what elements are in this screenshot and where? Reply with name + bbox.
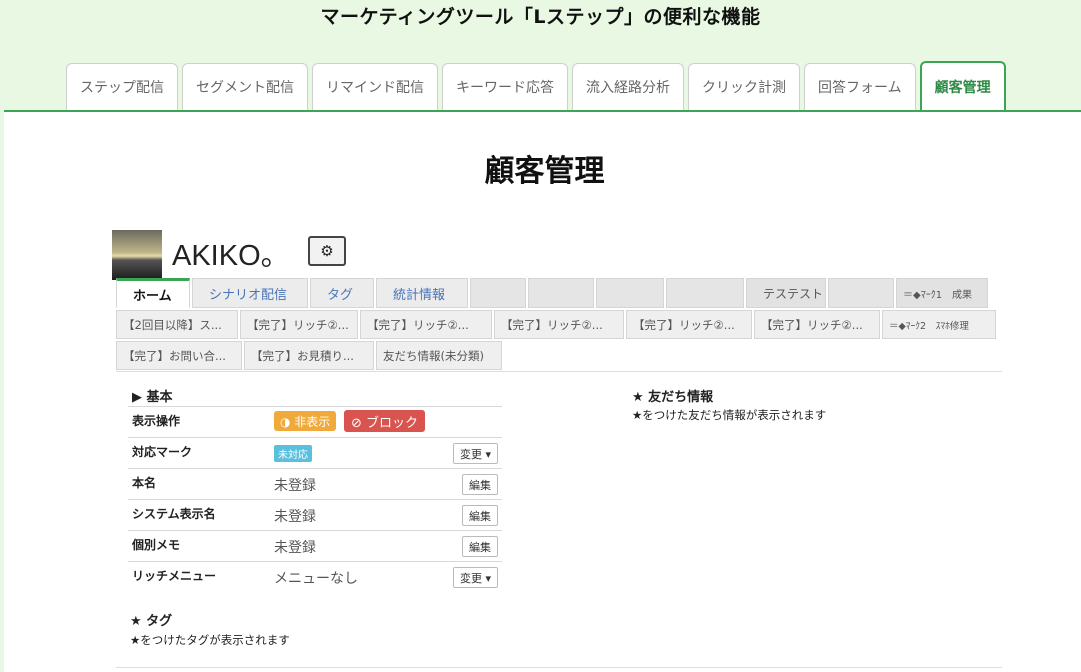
friend-info-note: ★をつけた友だち情報が表示されます xyxy=(632,408,827,422)
table-row: 表示操作 ◑ 非表示 ⊘ ブロック xyxy=(128,406,502,437)
tab-inflow-analysis[interactable]: 流入経路分析 xyxy=(572,63,684,110)
settings-button[interactable]: ⚙ xyxy=(308,236,346,266)
tab-remind-delivery[interactable]: リマインド配信 xyxy=(312,63,438,110)
row-label: 本名 xyxy=(132,476,157,490)
table-row: システム表示名 未登録 編集 xyxy=(128,499,502,530)
row-label: 対応マーク xyxy=(132,445,193,459)
block-button[interactable]: ⊘ ブロック xyxy=(344,410,426,432)
real-name-value: 未登録 xyxy=(274,478,316,494)
row-label: システム表示名 xyxy=(132,507,216,521)
system-name-value: 未登録 xyxy=(274,509,316,525)
edit-real-name-button[interactable]: 編集 xyxy=(462,474,498,495)
tab-blank[interactable] xyxy=(596,278,664,308)
tab-test[interactable]: テステスト xyxy=(746,278,826,308)
divider xyxy=(116,667,1002,668)
tab-folder[interactable]: 【完了】リッチ②... xyxy=(754,310,880,339)
tab-scenario[interactable]: シナリオ配信 xyxy=(192,278,308,308)
table-row: リッチメニュー メニューなし 変更 ▾ xyxy=(128,561,502,592)
change-rich-menu-button[interactable]: 変更 ▾ xyxy=(452,567,498,588)
customer-management-screenshot: AKIKO。 ⚙ ホーム シナリオ配信 タグ 統計情報 テステスト ＝◆ﾏｰｸ1… xyxy=(112,230,1002,672)
tag-folder-tabs-2: 【完了】お問い合... 【完了】お見積り... 友だち情報(未分類) xyxy=(116,341,504,370)
table-row: 対応マーク 未対応 変更 ▾ xyxy=(128,437,502,468)
table-row: 個別メモ 未登録 編集 xyxy=(128,530,502,561)
content-panel: 顧客管理 AKIKO。 ⚙ ホーム シナリオ配信 タグ 統計情報 テステスト ＝… xyxy=(4,112,1081,672)
hide-button[interactable]: ◑ 非表示 xyxy=(274,411,337,431)
divider xyxy=(116,371,1002,372)
tab-blank[interactable] xyxy=(528,278,594,308)
tab-step-delivery[interactable]: ステップ配信 xyxy=(66,63,178,110)
tab-blank[interactable] xyxy=(666,278,744,308)
profile-tabs: ホーム シナリオ配信 タグ 統計情報 テステスト ＝◆ﾏｰｸ1 成果 xyxy=(116,278,990,308)
tab-folder[interactable]: 【完了】リッチ②... xyxy=(240,310,358,339)
tab-customer-management[interactable]: 顧客管理 xyxy=(919,61,1006,111)
tab-folder[interactable]: 【完了】リッチ②... xyxy=(360,310,492,339)
tab-keyword-response[interactable]: キーワード応答 xyxy=(442,63,568,110)
tag-section-title: ★ タグ xyxy=(130,614,173,629)
tag-folder-tabs: 【2回目以降】ス... 【完了】リッチ②... 【完了】リッチ②... 【完了】… xyxy=(116,310,998,339)
tab-folder[interactable]: 友だち情報(未分類) xyxy=(376,341,502,370)
edit-system-name-button[interactable]: 編集 xyxy=(462,505,498,526)
tab-home[interactable]: ホーム xyxy=(116,278,190,308)
tab-stats[interactable]: 統計情報 xyxy=(376,278,468,308)
row-label: 表示操作 xyxy=(132,414,181,428)
table-row: 本名 未登録 編集 xyxy=(128,468,502,499)
tab-segment-delivery[interactable]: セグメント配信 xyxy=(182,63,308,110)
tab-folder[interactable]: 【完了】お見積り... xyxy=(244,341,374,370)
friend-info-title: ★ 友だち情報 xyxy=(632,390,714,405)
row-label: 個別メモ xyxy=(132,538,181,552)
rich-menu-value: メニューなし xyxy=(274,571,358,587)
tab-tag[interactable]: タグ xyxy=(310,278,374,308)
basic-section-title: ▶ 基本 xyxy=(132,390,173,405)
user-name: AKIKO。 xyxy=(172,240,290,272)
tab-click-measure[interactable]: クリック計測 xyxy=(688,63,800,110)
feature-tabs: ステップ配信 セグメント配信 リマインド配信 キーワード応答 流入経路分析 クリ… xyxy=(66,61,1006,111)
tab-folder[interactable]: 【完了】リッチ②... xyxy=(626,310,752,339)
tab-folder[interactable]: 【完了】リッチ②... xyxy=(494,310,624,339)
tab-blank[interactable] xyxy=(828,278,894,308)
gear-icon: ⚙ xyxy=(320,242,334,260)
avatar xyxy=(112,230,162,280)
section-title: 顧客管理 xyxy=(484,154,605,189)
status-badge: 未対応 xyxy=(274,445,312,462)
basic-info-table: 表示操作 ◑ 非表示 ⊘ ブロック 対応マーク 未対応 変更 ▾ 本名 未登録 … xyxy=(128,406,502,592)
tag-section-note: ★をつけたタグが表示されます xyxy=(130,633,290,647)
tab-folder[interactable]: ＝◆ﾏｰｸ2 ｽﾏﾎ修理 xyxy=(882,310,996,339)
tab-answer-form[interactable]: 回答フォーム xyxy=(804,63,916,110)
memo-value: 未登録 xyxy=(274,540,316,556)
change-mark-button[interactable]: 変更 ▾ xyxy=(452,443,498,464)
tab-mark1[interactable]: ＝◆ﾏｰｸ1 成果 xyxy=(896,278,988,308)
tab-blank[interactable] xyxy=(470,278,526,308)
tab-folder[interactable]: 【完了】お問い合... xyxy=(116,341,242,370)
edit-memo-button[interactable]: 編集 xyxy=(462,536,498,557)
tab-folder[interactable]: 【2回目以降】ス... xyxy=(116,310,238,339)
row-label: リッチメニュー xyxy=(132,569,217,583)
page-title: マーケティングツール「Lステップ」の便利な機能 xyxy=(320,6,761,28)
